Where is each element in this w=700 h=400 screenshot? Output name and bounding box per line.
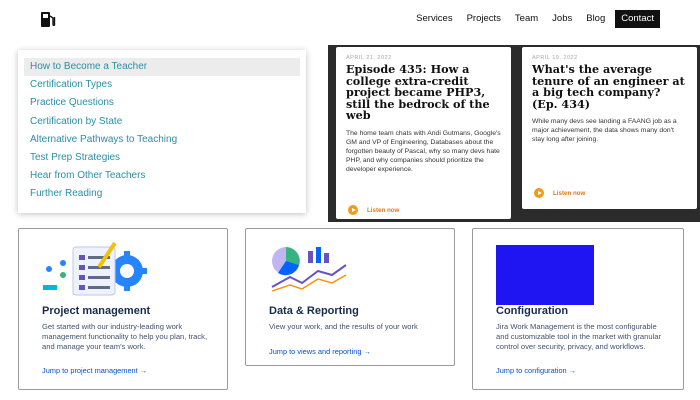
menu-item-become-teacher[interactable]: How to Become a Teacher bbox=[24, 58, 300, 77]
feature-title: Configuration bbox=[496, 305, 569, 317]
feature-link[interactable]: Jump to views and reporting → bbox=[269, 347, 371, 356]
feature-card-data-reporting: Data & Reporting View your work, and the… bbox=[245, 228, 455, 366]
podcast-date: APRIL 21, 2022 bbox=[346, 55, 392, 61]
nav-jobs[interactable]: Jobs bbox=[552, 10, 572, 28]
listen-now-label: Listen now bbox=[553, 189, 586, 197]
podcast-date: APRIL 19, 2022 bbox=[532, 55, 578, 61]
feature-card-configuration: Configuration Jira Work Management is th… bbox=[472, 228, 684, 390]
nav-team[interactable]: Team bbox=[515, 10, 538, 28]
nav-projects[interactable]: Projects bbox=[467, 10, 501, 28]
feature-description: Get started with our industry-leading wo… bbox=[42, 322, 208, 351]
feature-title: Data & Reporting bbox=[269, 305, 359, 317]
listen-now-button[interactable]: Listen now bbox=[534, 188, 585, 198]
feature-description: View your work, and the results of your … bbox=[269, 322, 418, 331]
menu-item-practice-questions[interactable]: Practice Questions bbox=[24, 94, 300, 112]
listen-now-label: Listen now bbox=[367, 206, 400, 214]
main-nav: Services Projects Team Jobs Blog Contact bbox=[402, 10, 660, 28]
feature-link[interactable]: Jump to configuration → bbox=[496, 366, 576, 375]
configuration-illustration bbox=[496, 245, 594, 305]
podcast-title[interactable]: Episode 435: How a college extra-credit … bbox=[346, 63, 501, 122]
menu-item-hear-from-teachers[interactable]: Hear from Other Teachers bbox=[24, 167, 300, 185]
podcast-title[interactable]: What's the average tenure of an engineer… bbox=[532, 63, 687, 110]
contact-button[interactable]: Contact bbox=[615, 10, 660, 28]
data-reporting-illustration bbox=[271, 247, 347, 292]
podcast-panel: APRIL 21, 2022 Episode 435: How a colleg… bbox=[328, 45, 700, 222]
nav-blog[interactable]: Blog bbox=[586, 10, 605, 28]
feature-description: Jira Work Management is the most configu… bbox=[496, 322, 662, 351]
feature-link[interactable]: Jump to project management → bbox=[42, 366, 147, 375]
nav-services[interactable]: Services bbox=[416, 10, 452, 28]
feature-card-project-management: Project management Get started with our … bbox=[18, 228, 228, 390]
podcast-card[interactable]: APRIL 21, 2022 Episode 435: How a colleg… bbox=[336, 47, 511, 219]
project-management-illustration bbox=[43, 241, 147, 296]
play-icon bbox=[534, 188, 544, 198]
fuel-pump-icon[interactable] bbox=[40, 10, 56, 28]
listen-now-button[interactable]: Listen now bbox=[348, 205, 399, 215]
teacher-menu: How to Become a Teacher Certification Ty… bbox=[18, 50, 306, 213]
podcast-description: The home team chats with Andi Gutmans, G… bbox=[346, 129, 501, 173]
menu-item-alternative-pathways[interactable]: Alternative Pathways to Teaching bbox=[24, 131, 300, 149]
menu-item-further-reading[interactable]: Further Reading bbox=[24, 185, 300, 203]
menu-item-certification-by-state[interactable]: Certification by State bbox=[24, 113, 300, 131]
podcast-description: While many devs see landing a FAANG job … bbox=[532, 118, 677, 143]
menu-item-test-prep[interactable]: Test Prep Strategies bbox=[24, 149, 300, 167]
feature-title: Project management bbox=[42, 305, 151, 317]
menu-item-certification-types[interactable]: Certification Types bbox=[24, 76, 300, 94]
play-icon bbox=[348, 205, 358, 215]
podcast-card[interactable]: APRIL 19, 2022 What's the average tenure… bbox=[522, 47, 697, 209]
